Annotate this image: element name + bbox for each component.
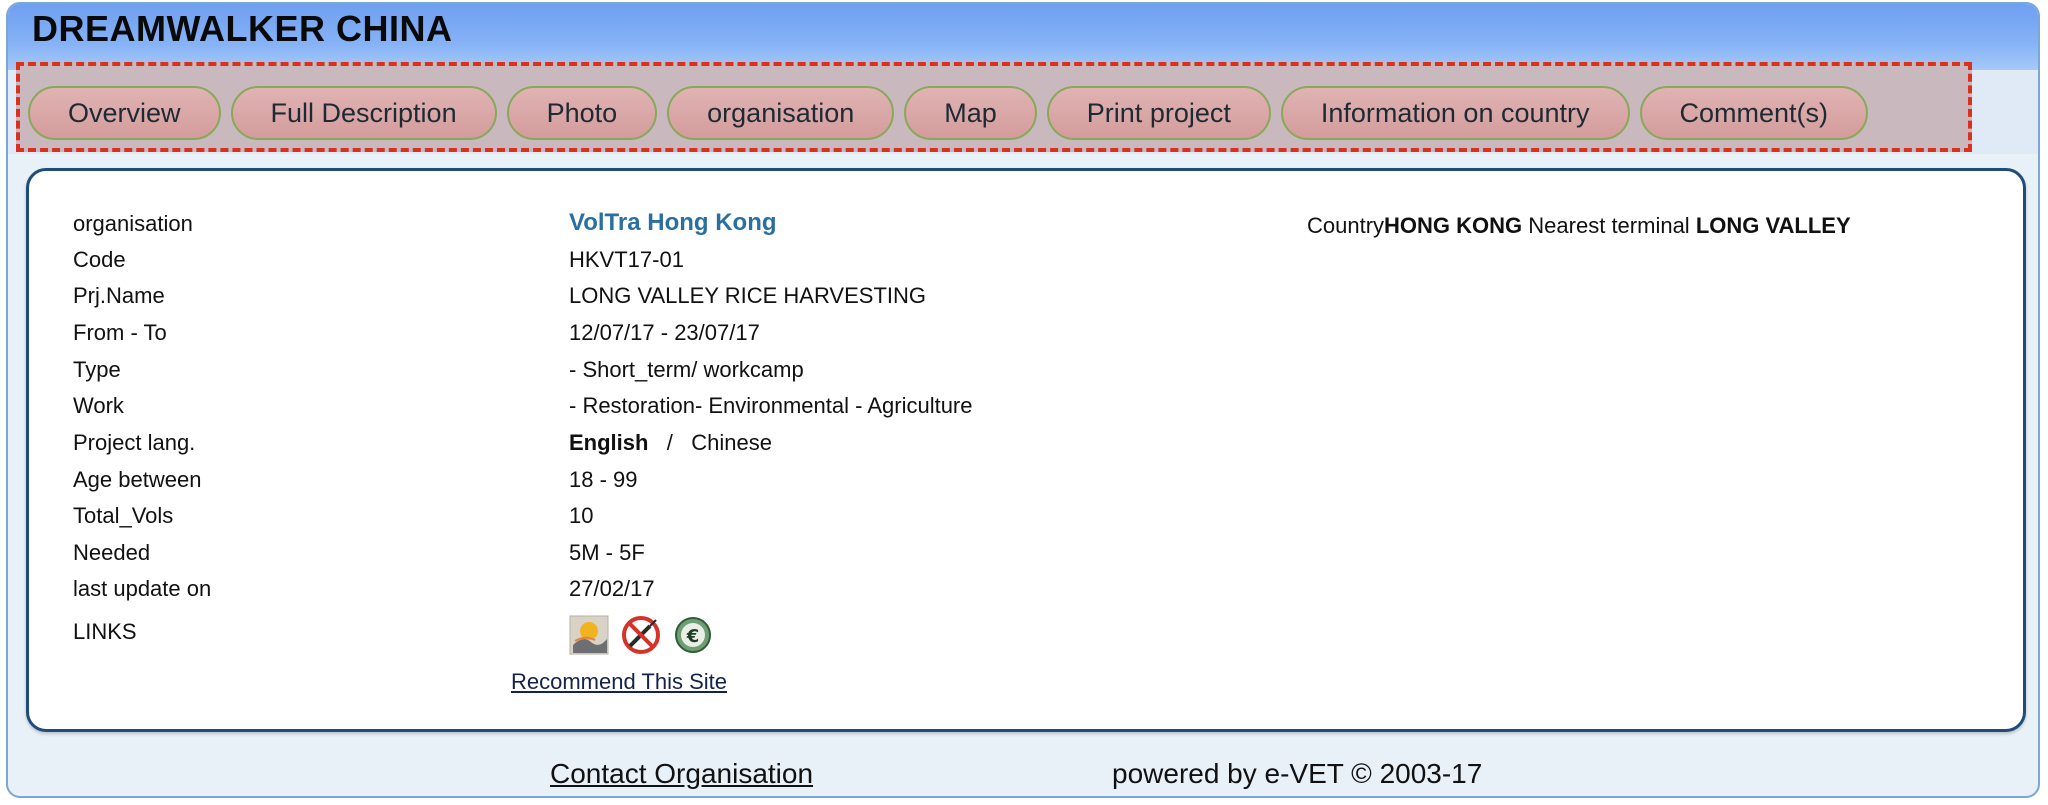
powered-by-text: powered by e-VET © 2003-17 <box>1112 758 1483 789</box>
from-to-label: From - To <box>73 320 167 345</box>
type-value: - Short_term/ workcamp <box>569 357 804 382</box>
sun-landscape-icon[interactable] <box>569 615 609 655</box>
tab-information-on-country[interactable]: Information on country <box>1280 86 1630 140</box>
code-label: Code <box>73 247 126 272</box>
project-lang-label: Project lang. <box>73 430 196 455</box>
total-vols-label: Total_Vols <box>73 503 174 528</box>
project-details-panel: organisation VolTra Hong Kong Code HKVT1… <box>26 168 2026 732</box>
last-update-value: 27/02/17 <box>569 576 655 601</box>
organisation-link[interactable]: VolTra Hong Kong <box>569 209 777 237</box>
euro-coin-icon[interactable]: € <box>673 615 713 655</box>
code-value: HKVT17-01 <box>569 247 684 272</box>
contact-organisation-link[interactable]: Contact Organisation <box>550 758 813 790</box>
country-value: HONG KONG <box>1384 213 1523 238</box>
tab-overview[interactable]: Overview <box>28 86 221 140</box>
recommend-site-link[interactable]: Recommend This Site <box>511 669 727 695</box>
language-separator: / <box>666 430 673 455</box>
prj-name-label: Prj.Name <box>73 283 165 308</box>
secondary-language: Chinese <box>691 430 772 455</box>
links-icons: € <box>569 615 713 655</box>
country-label: Country <box>1307 213 1385 238</box>
tab-comments[interactable]: Comment(s) <box>1639 86 1869 140</box>
needed-label: Needed <box>73 540 151 565</box>
primary-language: English <box>569 430 649 455</box>
work-label: Work <box>73 393 124 418</box>
tab-map[interactable]: Map <box>904 86 1037 140</box>
last-update-label: last update on <box>73 576 212 601</box>
svg-text:€: € <box>686 626 700 647</box>
country-info: CountryHONG KONG Nearest terminal LONG V… <box>1307 213 1851 239</box>
links-label: LINKS <box>73 619 137 644</box>
header-bar: DREAMWALKER CHINA <box>8 4 2038 70</box>
tab-full-description[interactable]: Full Description <box>230 86 497 140</box>
tab-photo[interactable]: Photo <box>506 86 658 140</box>
tab-print-project[interactable]: Print project <box>1046 86 1271 140</box>
nearest-terminal-label: Nearest terminal <box>1528 213 1690 238</box>
age-label: Age between <box>73 467 202 492</box>
needed-value: 5M - 5F <box>569 540 645 565</box>
nearest-terminal-value: LONG VALLEY <box>1695 213 1851 238</box>
work-value: - Restoration- Environmental - Agricultu… <box>569 393 973 418</box>
age-value: 18 - 99 <box>569 467 638 492</box>
from-to-value: 12/07/17 - 23/07/17 <box>569 320 760 345</box>
prj-name-value: LONG VALLEY RICE HARVESTING <box>569 283 927 308</box>
organisation-label: organisation <box>73 211 193 236</box>
tab-organisation[interactable]: organisation <box>667 86 895 140</box>
total-vols-value: 10 <box>569 503 594 528</box>
page-frame: DREAMWALKER CHINA Overview Full Descript… <box>6 2 2040 798</box>
site-title: DREAMWALKER CHINA <box>32 8 453 49</box>
no-syringe-icon[interactable] <box>621 615 661 655</box>
type-label: Type <box>73 357 121 382</box>
footer: Contact Organisation powered by e-VET © … <box>8 744 2038 796</box>
project-lang-value: English / Chinese <box>569 430 772 456</box>
tab-bar: Overview Full Description Photo organisa… <box>28 86 1869 142</box>
